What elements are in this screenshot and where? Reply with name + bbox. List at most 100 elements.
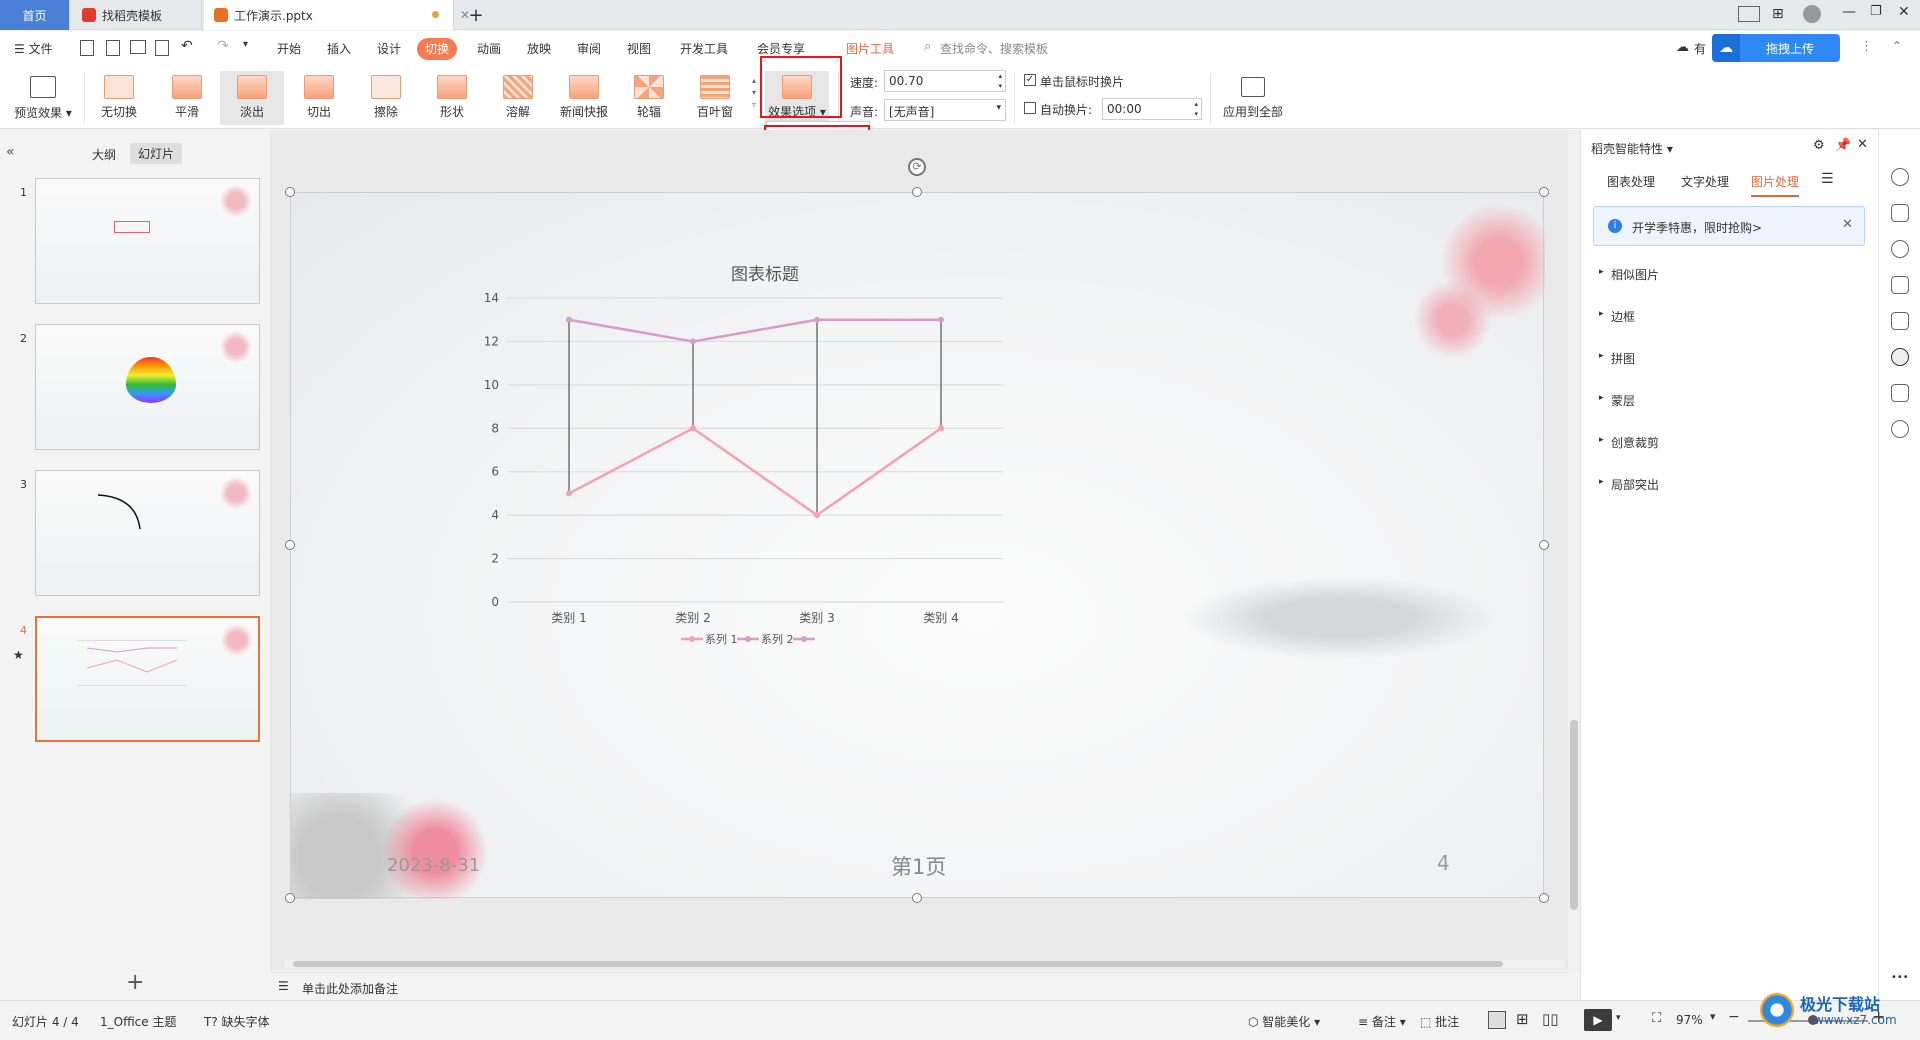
transition-blinds[interactable]: 百叶窗 xyxy=(686,71,744,125)
copy-icon[interactable] xyxy=(1891,276,1909,294)
menu-animation[interactable]: 动画 xyxy=(477,38,501,60)
menu-view[interactable]: 视图 xyxy=(627,38,651,60)
similar-images-item[interactable]: 相似图片 xyxy=(1599,266,1659,283)
customize-icon[interactable]: ▾ xyxy=(243,39,248,50)
resize-handle[interactable] xyxy=(912,187,922,197)
vertical-scrollbar[interactable] xyxy=(1568,130,1580,970)
promo-banner[interactable]: i 开学季特惠，限时抢购> ✕ xyxy=(1593,206,1865,246)
zoom-dropdown-icon[interactable]: ▾ xyxy=(1710,1010,1716,1023)
resize-handle[interactable] xyxy=(285,187,295,197)
collapse-ribbon-icon[interactable]: ⌃ xyxy=(1892,39,1902,53)
pane-title[interactable]: 稻壳智能特性 ▾ xyxy=(1591,140,1673,157)
speed-input[interactable]: 00.70 ▴ ▾ xyxy=(884,70,1006,92)
resize-handle[interactable] xyxy=(1539,187,1549,197)
slides-tab[interactable]: 幻灯片 xyxy=(130,143,183,164)
missing-font-button[interactable]: T? 缺失字体 xyxy=(204,1013,270,1030)
mask-item[interactable]: 蒙层 xyxy=(1599,392,1635,409)
notes-bar[interactable]: ☰ 单击此处添加备注 xyxy=(270,972,1568,1000)
tab-document[interactable]: 工作演示.pptx xyxy=(204,0,454,30)
transition-smooth[interactable]: 平滑 xyxy=(158,71,216,125)
menu-design[interactable]: 设计 xyxy=(377,38,401,60)
tab-template[interactable]: 找稻壳模板 xyxy=(72,0,202,30)
menu-developer[interactable]: 开发工具 xyxy=(680,38,728,60)
rotate-handle-icon[interactable]: ⟳ xyxy=(908,158,926,176)
resize-handle[interactable] xyxy=(285,893,295,903)
redo-icon[interactable]: ↷ xyxy=(217,38,229,54)
layout-icon[interactable] xyxy=(1738,6,1760,22)
add-slide-icon[interactable]: + xyxy=(126,970,144,995)
restore-icon[interactable]: ❐ xyxy=(1870,4,1882,19)
transition-none[interactable]: 无切换 xyxy=(90,71,148,125)
resize-handle[interactable] xyxy=(1539,893,1549,903)
smart-feature-icon[interactable] xyxy=(1891,348,1909,366)
auto-advance-input[interactable]: 00:00 ▴ ▾ xyxy=(1102,98,1202,120)
close-window-icon[interactable]: ✕ xyxy=(1898,4,1910,20)
close-icon[interactable]: ✕ xyxy=(1857,137,1868,152)
smart-beautify-button[interactable]: ⬡ 智能美化 ▾ xyxy=(1248,1013,1320,1030)
help-icon[interactable] xyxy=(1891,420,1909,438)
menu-review[interactable]: 审阅 xyxy=(577,38,601,60)
slide-thumbnail-1[interactable] xyxy=(35,178,260,304)
outline-tab[interactable]: 大纲 xyxy=(92,146,116,163)
gallery-scroll-icon[interactable]: ▴ ▾ ▿ xyxy=(752,75,756,111)
notes-placeholder[interactable]: 单击此处添加备注 xyxy=(302,980,398,997)
collage-item[interactable]: 拼图 xyxy=(1599,350,1635,367)
scroll-thumb[interactable] xyxy=(293,961,1503,967)
tab-image-processing[interactable]: 图片处理 xyxy=(1751,173,1800,197)
print-icon[interactable] xyxy=(130,40,146,54)
more-icon[interactable]: ⋮ xyxy=(1860,39,1873,54)
spinner-icon[interactable]: ▴ ▾ xyxy=(1194,99,1198,119)
transition-shape[interactable]: 形状 xyxy=(423,71,481,125)
local-highlight-item[interactable]: 局部突出 xyxy=(1599,476,1659,493)
scroll-thumb[interactable] xyxy=(1570,720,1578,910)
adjust-icon[interactable] xyxy=(1891,204,1909,222)
fit-window-icon[interactable]: ⛶ xyxy=(1652,1011,1661,1026)
menu-icon[interactable]: ☰ xyxy=(1821,171,1834,187)
book-icon[interactable] xyxy=(1891,384,1909,402)
slide-thumbnail-2[interactable] xyxy=(35,324,260,450)
play-icon[interactable]: ▶ xyxy=(1584,1009,1612,1031)
theme-name[interactable]: 1_Office 主题 xyxy=(100,1013,176,1030)
transition-cut[interactable]: 切出 xyxy=(290,71,348,125)
transition-fade[interactable]: 淡出 xyxy=(220,71,284,125)
print-preview-icon[interactable] xyxy=(155,40,169,56)
save-icon[interactable] xyxy=(80,40,94,56)
export-icon[interactable] xyxy=(106,40,120,56)
menu-picture-tools[interactable]: 图片工具 xyxy=(846,38,894,60)
resize-handle[interactable] xyxy=(912,893,922,903)
auto-advance-checkbox[interactable] xyxy=(1024,102,1036,114)
border-item[interactable]: 边框 xyxy=(1599,308,1635,325)
undo-icon[interactable]: ↶ xyxy=(181,38,193,54)
transition-wipe[interactable]: 擦除 xyxy=(357,71,415,125)
current-slide[interactable]: 图表标题 0 2 4 6 8 10 12 14 类别 1 类别 2 类别 3 类别 4 系列 1 系列 2 … xyxy=(290,192,1545,899)
avatar[interactable] xyxy=(1803,5,1821,23)
creative-crop-item[interactable]: 创意裁剪 xyxy=(1599,434,1659,451)
slide-thumbnail-4[interactable] xyxy=(35,616,260,742)
close-banner-icon[interactable]: ✕ xyxy=(1842,217,1853,232)
menu-transition[interactable]: 切换 xyxy=(417,38,458,60)
new-tab-icon[interactable]: + xyxy=(462,0,490,30)
chevron-down-icon[interactable]: ▾ xyxy=(1616,1013,1621,1023)
notes-button[interactable]: ≡ 备注 ▾ xyxy=(1358,1013,1406,1030)
resize-handle[interactable] xyxy=(1539,540,1549,550)
upload-button[interactable]: ☁ 拖拽上传 xyxy=(1712,34,1840,62)
normal-view-icon[interactable] xyxy=(1488,1011,1506,1029)
settings-icon[interactable]: ⚙ xyxy=(1813,138,1825,153)
rocket-icon[interactable] xyxy=(1891,168,1909,186)
resize-handle[interactable] xyxy=(285,540,295,550)
pin-tool-icon[interactable] xyxy=(1891,240,1909,258)
spinner-icon[interactable]: ▴ ▾ xyxy=(998,71,1002,91)
preview-effect-button[interactable]: 预览效果 ▾ xyxy=(10,71,76,125)
tab-text-processing[interactable]: 文字处理 xyxy=(1681,173,1729,190)
collapse-pane-icon[interactable]: « xyxy=(6,144,15,160)
on-click-checkbox[interactable]: ✓ xyxy=(1024,74,1036,86)
transition-dissolve[interactable]: 溶解 xyxy=(489,71,547,125)
image-icon[interactable] xyxy=(1891,312,1909,330)
minimize-icon[interactable]: — xyxy=(1842,4,1856,20)
command-search[interactable]: 查找命令、搜索模板 xyxy=(940,38,1048,60)
menu-start[interactable]: 开始 xyxy=(277,38,301,60)
sorter-view-icon[interactable]: ⊞ xyxy=(1516,1010,1529,1028)
reading-view-icon[interactable]: ▯▯ xyxy=(1542,1010,1559,1028)
file-menu[interactable]: ☰ 文件 xyxy=(14,38,53,60)
zoom-out-icon[interactable]: − xyxy=(1728,1009,1740,1025)
